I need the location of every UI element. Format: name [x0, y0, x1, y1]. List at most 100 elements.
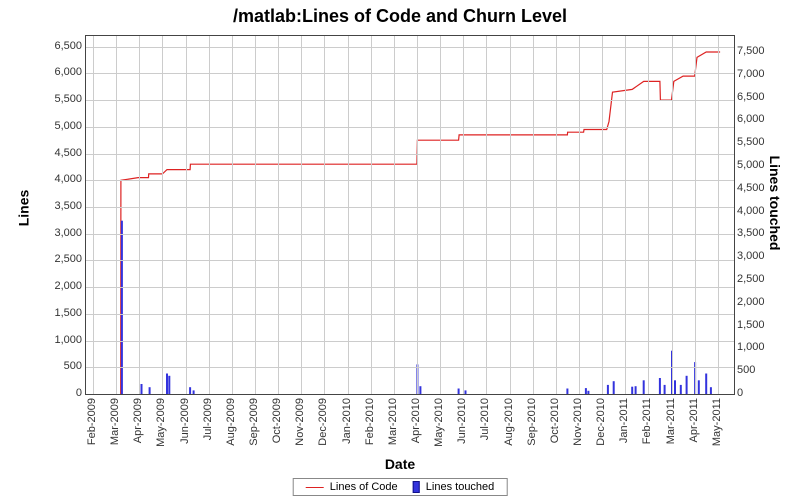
gridline — [579, 36, 580, 394]
bar — [659, 378, 661, 394]
gridline — [695, 36, 696, 394]
gridline — [348, 36, 349, 394]
x-tick-label: Dec-2009 — [317, 398, 329, 458]
y2-tick-label: 7,500 — [737, 45, 787, 57]
x-tick-label: Dec-2010 — [595, 398, 607, 458]
y2-tick-label: 6,000 — [737, 113, 787, 125]
gridline — [510, 36, 511, 394]
y1-tick-label: 3,500 — [22, 200, 82, 212]
bar — [686, 376, 688, 394]
y1-tick-label: 0 — [22, 387, 82, 399]
legend-label-loc: Lines of Code — [330, 481, 398, 493]
x-tick-label: Jul-2010 — [479, 398, 491, 458]
y1-tick-label: 6,000 — [22, 66, 82, 78]
gridline — [86, 394, 734, 395]
bar — [607, 385, 609, 394]
x-tick-label: May-2010 — [433, 398, 445, 458]
y2-tick-label: 7,000 — [737, 68, 787, 80]
y1-tick-label: 2,500 — [22, 253, 82, 265]
y1-tick-label: 5,500 — [22, 93, 82, 105]
gridline — [186, 36, 187, 394]
gridline — [718, 36, 719, 394]
x-tick-label: Nov-2010 — [572, 398, 584, 458]
y2-tick-label: 1,500 — [737, 319, 787, 331]
y2-tick-label: 5,000 — [737, 159, 787, 171]
bar — [643, 380, 645, 394]
x-tick-label: Aug-2010 — [503, 398, 515, 458]
bar — [149, 387, 151, 394]
gridline — [232, 36, 233, 394]
x-tick-label: Feb-2011 — [641, 398, 653, 458]
x-tick-label: Jun-2010 — [456, 398, 468, 458]
gridline — [209, 36, 210, 394]
legend-item-loc: Lines of Code — [306, 481, 398, 493]
bar — [419, 386, 421, 394]
x-tick-label: Mar-2011 — [665, 398, 677, 458]
y1-tick-label: 500 — [22, 360, 82, 372]
gridline — [86, 180, 734, 181]
gridline — [324, 36, 325, 394]
bar — [680, 385, 682, 394]
x-tick-label: Feb-2010 — [364, 398, 376, 458]
x-tick-label: Apr-2011 — [688, 398, 700, 458]
y1-tick-label: 1,500 — [22, 307, 82, 319]
bar — [674, 380, 676, 394]
bar — [141, 384, 143, 394]
gridline — [533, 36, 534, 394]
x-tick-label: Jan-2011 — [618, 398, 630, 458]
y2-tick-label: 2,000 — [737, 296, 787, 308]
gridline — [602, 36, 603, 394]
y2-tick-label: 5,500 — [737, 136, 787, 148]
bar — [698, 380, 700, 394]
y2-tick-label: 6,500 — [737, 91, 787, 103]
y2-tick-label: 4,000 — [737, 205, 787, 217]
x-tick-label: Sep-2009 — [248, 398, 260, 458]
x-tick-label: Jan-2010 — [341, 398, 353, 458]
y2-tick-label: 1,000 — [737, 341, 787, 353]
bar — [664, 385, 666, 394]
y1-tick-label: 3,000 — [22, 227, 82, 239]
gridline — [86, 207, 734, 208]
legend-item-touched: Lines touched — [413, 481, 495, 493]
gridline — [93, 36, 94, 394]
bar — [166, 374, 168, 395]
x-tick-label: Mar-2009 — [109, 398, 121, 458]
legend-swatch-line — [306, 487, 324, 488]
y2-tick-label: 3,000 — [737, 250, 787, 262]
gridline — [162, 36, 163, 394]
gridline — [86, 367, 734, 368]
x-tick-label: Mar-2010 — [387, 398, 399, 458]
x-tick-label: Sep-2010 — [526, 398, 538, 458]
chart-title: /matlab:Lines of Code and Churn Level — [0, 6, 800, 27]
chart-container: /matlab:Lines of Code and Churn Level Li… — [0, 0, 800, 500]
bar — [613, 381, 615, 394]
plot-area — [85, 35, 735, 395]
y1-tick-label: 4,000 — [22, 173, 82, 185]
gridline — [86, 314, 734, 315]
x-tick-label: Aug-2009 — [225, 398, 237, 458]
y2-tick-label: 500 — [737, 364, 787, 376]
x-tick-label: Feb-2009 — [86, 398, 98, 458]
x-tick-label: Oct-2009 — [271, 398, 283, 458]
gridline — [86, 100, 734, 101]
gridline — [86, 260, 734, 261]
gridline — [86, 127, 734, 128]
y1-tick-label: 1,000 — [22, 334, 82, 346]
bar — [705, 374, 707, 395]
gridline — [394, 36, 395, 394]
x-tick-label: Apr-2010 — [410, 398, 422, 458]
bar — [189, 387, 191, 394]
line-series — [121, 52, 720, 394]
y2-tick-label: 4,500 — [737, 182, 787, 194]
gridline — [463, 36, 464, 394]
y2-tick-label: 0 — [737, 387, 787, 399]
y1-tick-label: 5,000 — [22, 120, 82, 132]
bar — [710, 387, 712, 394]
x-axis-label: Date — [0, 456, 800, 472]
x-tick-label: Apr-2009 — [132, 398, 144, 458]
x-tick-label: Nov-2009 — [294, 398, 306, 458]
bar — [168, 376, 170, 394]
y1-tick-label: 4,500 — [22, 147, 82, 159]
x-tick-label: Jun-2009 — [179, 398, 191, 458]
gridline — [86, 234, 734, 235]
